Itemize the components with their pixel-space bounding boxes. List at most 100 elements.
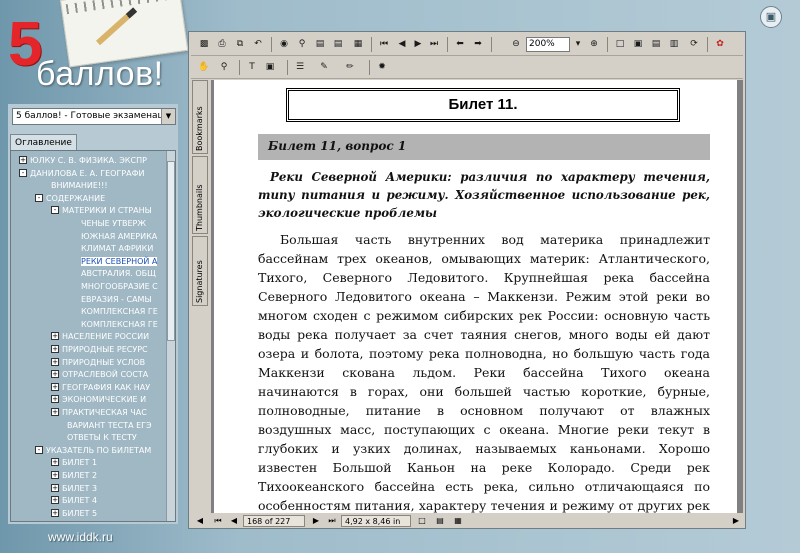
zoom-out-icon[interactable]: ⊖ (509, 37, 523, 51)
expand-icon[interactable]: + (51, 508, 59, 517)
expand-icon[interactable]: + (51, 483, 59, 492)
expand-icon[interactable]: + (51, 408, 59, 416)
tree-item[interactable]: КЛИМАТ АФРИКИ (81, 243, 167, 254)
scroll-right-icon[interactable]: ▶ (731, 514, 741, 528)
next-page-icon[interactable]: ▶ (311, 514, 321, 528)
expand-icon[interactable]: + (51, 458, 59, 467)
page-number-field[interactable]: 168 of 227 (243, 515, 305, 527)
save-icon[interactable]: ▩ (197, 37, 211, 51)
chevron-down-icon[interactable]: ▼ (161, 109, 175, 124)
tree-item[interactable]: МНОГООБРАЗИЕ С (81, 281, 167, 292)
undo-icon[interactable]: ↶ (251, 37, 265, 51)
first-page-icon[interactable]: ⏮ (377, 37, 391, 51)
tree-item[interactable]: + БИЛЕТ 2 (51, 470, 167, 481)
facing-icon[interactable]: ▦ (453, 514, 463, 528)
acrobat-icon[interactable]: ✿ (713, 37, 727, 51)
tree-item[interactable]: + ЭКОНОМИЧЕСКИЕ И (51, 394, 167, 405)
book-icon[interactable]: ▣ (760, 6, 782, 28)
collapse-icon[interactable]: - (35, 445, 43, 454)
expand-icon[interactable]: + (51, 370, 59, 379)
graphics-select-icon[interactable]: ▣ (263, 60, 277, 74)
expand-icon[interactable]: + (19, 156, 27, 164)
tree-item[interactable]: ЧЕНЫЕ УТВЕРЖ (81, 218, 167, 229)
stamp-tool-icon[interactable]: ✹ (375, 60, 389, 74)
site-url[interactable]: www.iddk.ru (48, 530, 113, 544)
rotate-icon[interactable]: ⟳ (687, 37, 701, 51)
next-page-icon[interactable]: ▶ (411, 37, 425, 51)
collapse-icon[interactable]: - (51, 206, 59, 215)
tab-bookmarks[interactable]: Bookmarks (192, 80, 208, 154)
search-icon[interactable]: ⚲ (295, 37, 309, 51)
page-icon[interactable]: ▤ (331, 37, 345, 51)
tab-thumbnails[interactable]: Thumbnails (192, 156, 208, 234)
scroll-left-icon[interactable]: ◀ (195, 514, 205, 528)
expand-icon[interactable]: + (51, 345, 59, 353)
tree-scrollbar[interactable] (166, 151, 175, 521)
tree-item[interactable]: + БИЛЕТ 3 (51, 483, 167, 494)
single-page-icon[interactable]: □ (417, 514, 427, 528)
find-icon[interactable]: ◉ (277, 37, 291, 51)
last-page-icon[interactable]: ⏭ (327, 514, 337, 528)
tree-item[interactable]: ВНИМАНИЕ!!! (51, 180, 167, 191)
fit-page-icon[interactable]: ▣ (631, 37, 645, 51)
forward-icon[interactable]: ➡ (471, 37, 485, 51)
tree-item[interactable]: + ОТРАСЛЕВОЙ СОСТА (51, 369, 167, 380)
tree-item[interactable]: АВСТРАЛИЯ. ОБЩ (81, 268, 167, 279)
tree-item[interactable]: РЕКИ СЕВЕРНОЙ А (81, 256, 167, 267)
expand-icon[interactable]: + (51, 332, 59, 341)
expand-icon[interactable]: + (51, 395, 59, 404)
tree-item[interactable]: ВАРИАНТ ТЕСТА ЕГЭ (67, 420, 167, 431)
hand-tool-icon[interactable]: ✋ (197, 60, 211, 74)
highlight-tool-icon[interactable]: ✏ (343, 60, 357, 74)
tree-item[interactable]: - СОДЕРЖАНИЕ (35, 193, 167, 204)
tree-item[interactable]: КОМПЛЕКСНАЯ ГЕ (81, 306, 167, 317)
tree-item[interactable]: + БИЛЕТ 5 (51, 508, 167, 519)
tree-item[interactable]: + НАСЕЛЕНИЕ РОССИИ (51, 331, 167, 342)
tree-item[interactable]: + ПРАКТИЧЕСКАЯ ЧАС (51, 407, 167, 418)
tree-item[interactable]: - МАТЕРИКИ И СТРАНЫ (51, 205, 167, 216)
tree-item[interactable]: + БИЛЕТ 1 (51, 457, 167, 468)
fit-visible-icon[interactable]: ▥ (667, 37, 681, 51)
text-select-icon[interactable]: T (245, 60, 259, 74)
tree-item[interactable]: + ГЕОГРАФИЯ КАК НАУ (51, 382, 167, 393)
zoom-tool-icon[interactable]: ⚲ (217, 60, 231, 74)
document-select[interactable]: 5 баллов! - Готовые экзаменацион ▼ (12, 108, 176, 125)
last-page-icon[interactable]: ⏭ (427, 37, 441, 51)
fit-width-icon[interactable]: ▤ (649, 37, 663, 51)
expand-icon[interactable]: + (51, 382, 59, 391)
page-icon[interactable]: ▤ (313, 37, 327, 51)
zoom-in-icon[interactable]: ⊕ (587, 37, 601, 51)
expand-icon[interactable]: + (51, 357, 59, 366)
back-icon[interactable]: ⬅ (453, 37, 467, 51)
tree-item[interactable]: + ЮЛКУ С. В. ФИЗИКА. ЭКСПР (19, 155, 167, 166)
tree-item[interactable]: - ДАНИЛОВА Е. А. ГЕОГРАФИ (19, 168, 167, 179)
tree-scrollbar-thumb[interactable] (167, 161, 175, 341)
bookmark-panel-icon[interactable]: ▦ (351, 37, 365, 51)
document-view[interactable]: Билет 11. Билет 11, вопрос 1 Реки Северн… (211, 80, 743, 513)
tree-item[interactable]: ЮЖНАЯ АМЕРИКА (81, 231, 167, 242)
tree-item[interactable]: + БИЛЕТ 4 (51, 495, 167, 506)
expand-icon[interactable]: + (51, 471, 59, 479)
first-page-icon[interactable]: ⏮ (213, 514, 223, 528)
chevron-down-icon[interactable]: ▾ (571, 37, 585, 51)
prev-page-icon[interactable]: ◀ (229, 514, 239, 528)
zoom-input[interactable]: 200% (526, 37, 570, 52)
expand-icon[interactable]: + (51, 496, 59, 505)
prev-page-icon[interactable]: ◀ (395, 37, 409, 51)
note-tool-icon[interactable]: ☰ (293, 60, 307, 74)
tree-item[interactable]: + ПРИРОДНЫЕ РЕСУРС (51, 344, 167, 355)
actual-size-icon[interactable]: □ (613, 37, 627, 51)
tab-signatures[interactable]: Signatures (192, 236, 208, 306)
continuous-icon[interactable]: ▤ (435, 514, 445, 528)
pencil-tool-icon[interactable]: ✎ (317, 60, 331, 74)
tab-contents[interactable]: Оглавление (10, 134, 77, 151)
tree-item[interactable]: ОТВЕТЫ К ТЕСТУ (67, 432, 167, 443)
collapse-icon[interactable]: - (35, 193, 43, 202)
tree-item[interactable]: - УКАЗАТЕЛЬ ПО БИЛЕТАМ (35, 445, 167, 456)
print-icon[interactable]: ⎙ (215, 37, 229, 51)
collapse-icon[interactable]: - (19, 168, 27, 177)
copy-icon[interactable]: ⧉ (233, 37, 247, 51)
tree-item[interactable]: ЕВРАЗИЯ - САМЫ (81, 294, 167, 305)
tree-item[interactable]: + ПРИРОДНЫЕ УСЛОВ (51, 357, 167, 368)
tree-item[interactable]: КОМПЛЕКСНАЯ ГЕ (81, 319, 167, 330)
